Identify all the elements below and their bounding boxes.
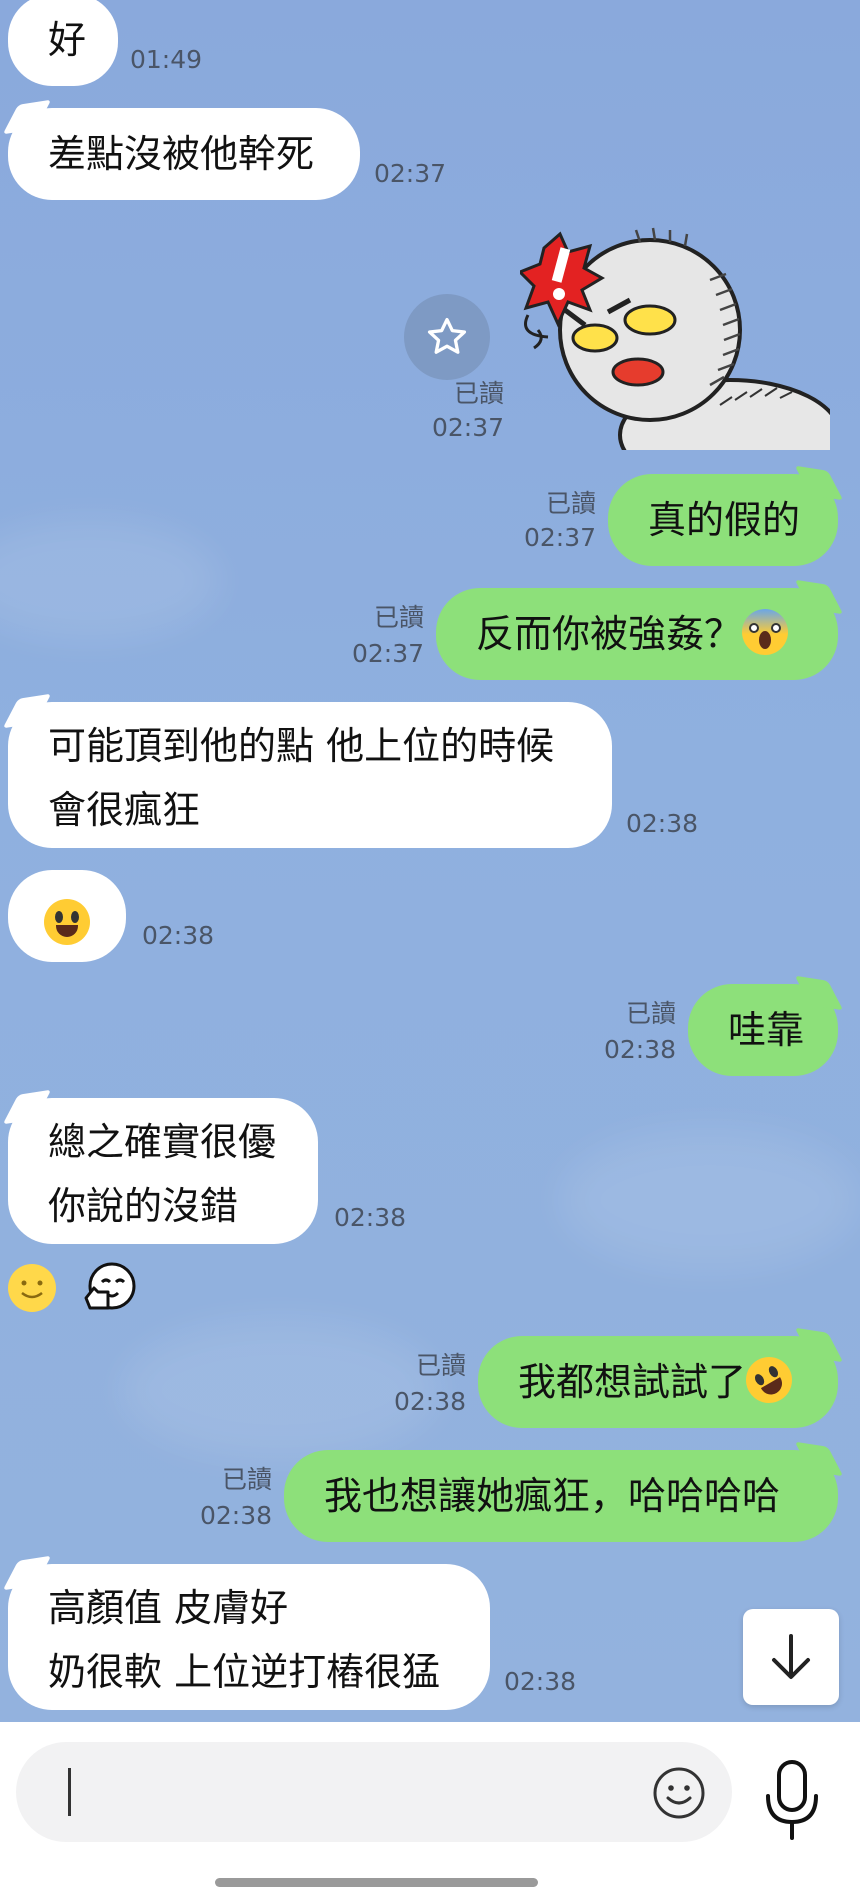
message-text-line: 會很瘋狂 [48,788,201,832]
read-receipt: 已讀 [373,603,424,632]
message-input[interactable] [16,1742,732,1842]
message-text-line: 高顏值 皮膚好 [48,1586,289,1630]
thumbs-up-face-emoji[interactable] [80,1260,138,1318]
microphone-icon[interactable] [762,1758,822,1848]
message-text: 我也想讓她瘋狂，哈哈哈哈 [324,1474,781,1518]
text-caret [68,1768,71,1816]
message-time: 02:38 [142,921,215,950]
read-receipt: 已讀 [545,489,596,518]
message-text: 反而你被強姦？ [476,612,743,656]
star-icon [427,317,467,354]
message-bubble-outgoing[interactable]: 我也想讓她瘋狂，哈哈哈哈 [284,1441,844,1542]
arrow-down-icon [772,1634,810,1679]
message-time: 02:38 [626,809,699,838]
message-bubble-outgoing[interactable]: 真的假的 [608,465,844,566]
message-bubble-incoming[interactable]: 總之確實很優 你說的沒錯 [2,1089,318,1244]
message-bubble-outgoing[interactable]: 我都想試試了 [478,1327,844,1428]
scream-emoji [742,609,789,655]
read-receipt: 已讀 [415,1351,466,1380]
smiley-icon[interactable] [652,1766,706,1820]
angry-moon-sticker[interactable] [520,220,830,450]
message-text: 好 [48,18,87,62]
message-time: 02:38 [334,1203,407,1232]
message-text-line: 奶很軟 上位逆打樁很猛 [48,1650,441,1694]
laughing-tears-emoji [44,899,90,945]
message-text-line: 可能頂到他的點 他上位的時候 [48,724,555,768]
message-bubble-incoming[interactable]: 好 [8,0,118,86]
message-bubble-incoming[interactable]: 差點沒被他幹死 [2,99,360,200]
message-time: 02:37 [523,523,596,552]
message-time: 02:38 [603,1035,676,1064]
rofl-emoji [737,1348,801,1412]
chat-area[interactable]: 好 01:49 差點沒被他幹死 02:37 已讀 02:37 已讀 02:37 [0,0,860,1722]
message-time: 02:38 [504,1667,577,1696]
message-text: 差點沒被他幹死 [48,132,315,176]
background-cloud [560,1130,860,1270]
message-text-line: 總之確實很優 [48,1120,277,1164]
message-text-line: 你說的沒錯 [48,1184,239,1228]
read-receipt: 已讀 [221,1465,272,1494]
message-time: 01:49 [130,45,203,74]
message-bubble-outgoing[interactable]: 反而你被強姦？ [436,579,844,680]
message-text: 哇靠 [728,1008,805,1052]
message-time: 02:37 [351,639,424,668]
message-bubble-incoming[interactable]: 高顏值 皮膚好 奶很軟 上位逆打樁很猛 [2,1555,490,1710]
home-indicator [215,1878,538,1887]
message-time: 02:37 [374,159,447,188]
message-text: 真的假的 [648,498,801,542]
message-bubble-incoming[interactable] [8,870,126,962]
read-receipt: 已讀 [453,379,504,408]
read-receipt: 已讀 [625,999,676,1028]
message-time: 02:37 [431,413,504,442]
message-input-bar [0,1722,860,1902]
message-bubble-outgoing[interactable]: 哇靠 [688,975,844,1076]
message-time: 02:38 [393,1387,466,1416]
message-time: 02:38 [199,1501,272,1530]
favorite-sticker-button[interactable] [404,294,490,380]
scroll-to-bottom-button[interactable] [743,1609,839,1705]
message-bubble-incoming[interactable]: 可能頂到他的點 他上位的時候 會很瘋狂 [2,693,612,848]
background-cloud [0,520,220,640]
smile-emoji[interactable] [6,1262,58,1314]
message-text: 我都想試試了 [518,1360,747,1404]
